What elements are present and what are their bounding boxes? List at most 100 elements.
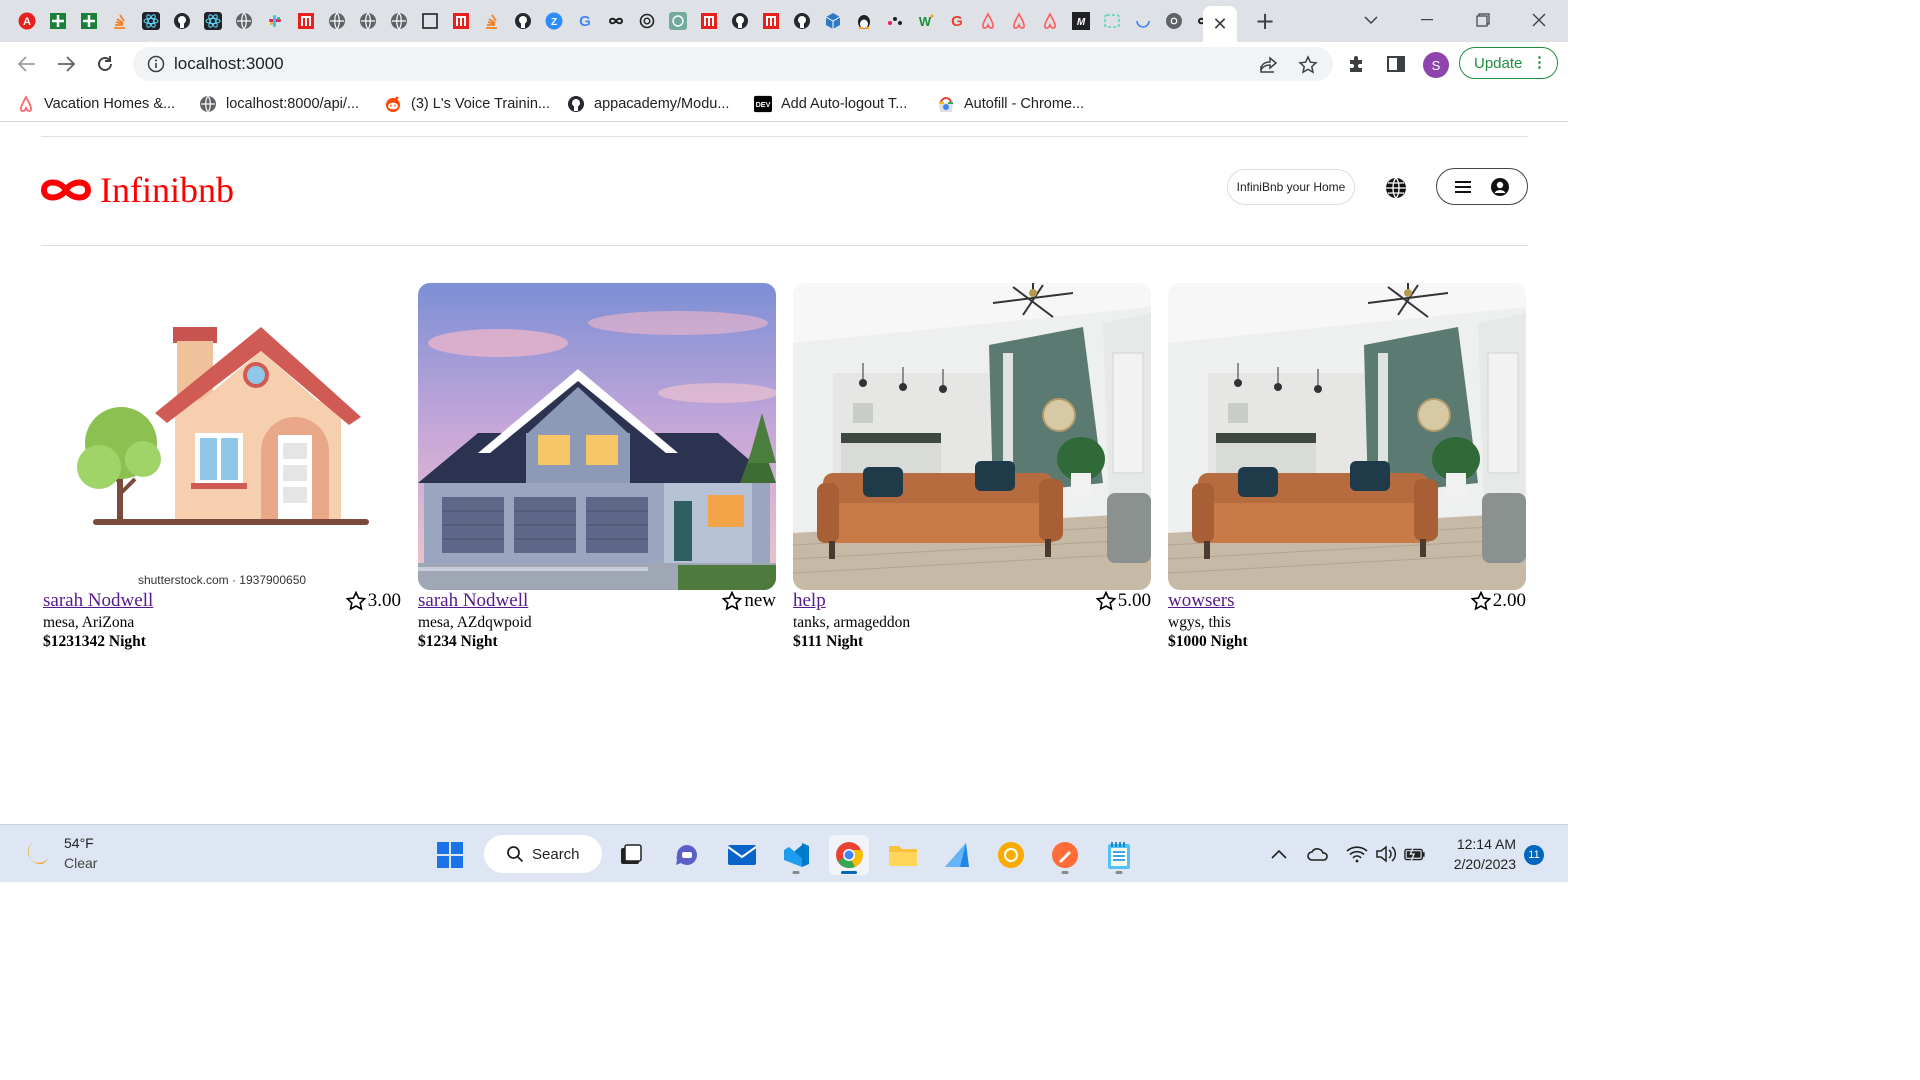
tab-react-icon[interactable] [199,8,227,34]
update-button[interactable]: Update ⋮ [1459,47,1558,79]
tab-sheets-icon[interactable] [75,8,103,34]
listing-title[interactable]: help [793,590,826,612]
more-menu-icon[interactable]: ⋮ [1532,55,1547,71]
notepad-app[interactable] [1099,835,1139,875]
tab-loading-icon[interactable] [1129,8,1157,34]
listing-title[interactable]: sarah Nodwell [418,590,528,612]
listing-card[interactable]: sarah Nodwell new mesa, AZdqwpoid $1234 … [418,283,776,651]
globe-icon[interactable] [1385,177,1407,199]
tab-globe-icon[interactable] [230,8,258,34]
reload-button[interactable] [92,52,118,76]
new-tab-button[interactable]: + [1252,7,1278,35]
tab-stackoverflow-icon[interactable] [106,8,134,34]
tab-github-icon[interactable] [168,8,196,34]
volume-icon[interactable] [1375,844,1397,864]
tab-dots-icon[interactable] [881,8,909,34]
tab-github-icon[interactable] [509,8,537,34]
tab-appacademy-icon[interactable] [292,8,320,34]
restore-button[interactable] [1470,8,1496,32]
tab-globe-icon[interactable] [385,8,413,34]
wifi-icon[interactable] [1346,844,1368,864]
listing-image[interactable] [418,283,776,590]
user-menu-button[interactable] [1436,168,1528,205]
system-clock[interactable]: 12:14 AM 2/20/2023 [1440,834,1516,874]
postman-app[interactable] [1045,835,1085,875]
tab-zoom-icon[interactable]: Z [540,8,568,34]
vscode-app[interactable] [776,835,816,875]
listing-card[interactable]: wowsers 2.00 wgys, this $1000 Night [1168,283,1526,651]
close-window-button[interactable] [1526,8,1552,32]
tab-stackoverflow-icon[interactable] [478,8,506,34]
share-icon[interactable] [1259,55,1279,75]
bookmark-item[interactable]: Vacation Homes &... [17,93,175,115]
tab-slack-icon[interactable] [261,8,289,34]
onedrive-icon[interactable] [1307,844,1329,864]
tab-globe-icon[interactable] [354,8,382,34]
forward-button[interactable] [53,52,79,76]
teams-chat-app[interactable] [667,835,707,875]
tab-github-icon[interactable] [726,8,754,34]
blue-fin-app[interactable] [937,835,977,875]
tab-openai-icon[interactable] [633,8,661,34]
tab-infinity-icon[interactable] [602,8,630,34]
tab-google-icon[interactable]: G [943,8,971,34]
side-panel-icon[interactable] [1385,53,1407,75]
site-info-icon[interactable] [147,55,165,73]
listing-image[interactable] [1168,283,1526,590]
listing-card[interactable]: shutterstock.com · 1937900650 sarah Nodw… [43,283,401,651]
weather-widget[interactable]: 54°F Clear [22,833,97,873]
tab-acrobat-icon[interactable]: A [13,8,41,34]
tab-chrome-icon[interactable] [1160,8,1188,34]
chrome-app[interactable] [829,835,869,875]
tab-chatgpt-icon[interactable] [664,8,692,34]
bookmark-item[interactable]: (3) L's Voice Trainin... [384,93,550,115]
tab-frame-icon[interactable] [1098,8,1126,34]
bookmark-item[interactable]: localhost:8000/api/... [199,93,359,115]
task-view-button[interactable] [611,835,651,875]
tab-appacademy-icon[interactable] [447,8,475,34]
close-tab-button[interactable]: ✕ [1203,6,1237,42]
listing-title[interactable]: sarah Nodwell [43,590,153,612]
back-button[interactable] [14,52,40,76]
address-bar[interactable]: localhost:3000 [133,47,1333,81]
notification-badge[interactable]: 11 [1524,845,1544,865]
tab-sheets-icon[interactable] [44,8,72,34]
tab-appacademy-icon[interactable] [695,8,723,34]
tab-airbnb-icon[interactable] [1005,8,1033,34]
site-logo[interactable]: Infinibnb [40,170,234,210]
tab-linux-icon[interactable] [850,8,878,34]
listing-image[interactable] [793,283,1151,590]
file-explorer-app[interactable] [883,835,923,875]
tab-w-icon[interactable]: W [912,8,940,34]
start-button[interactable] [430,835,470,875]
extensions-icon[interactable] [1346,53,1368,75]
tab-github-icon[interactable] [788,8,816,34]
tab-appacademy-icon[interactable] [757,8,785,34]
bookmark-star-icon[interactable] [1298,55,1318,75]
host-home-button[interactable]: InfiniBnb your Home [1227,169,1355,205]
tray-chevron-up-icon[interactable] [1268,844,1290,864]
tab-airbnb-icon[interactable] [974,8,1002,34]
battery-icon[interactable] [1404,844,1426,864]
taskbar-search[interactable]: Search [484,835,602,873]
tab-globe-icon[interactable] [323,8,351,34]
listing-card[interactable]: help 5.00 tanks, armageddon $111 Night [793,283,1151,651]
bookmark-item[interactable]: Autofill - Chrome... [937,93,1084,115]
bookmark-item[interactable]: DEV Add Auto-logout T... [754,93,907,115]
tab-medium-icon[interactable]: M [1067,8,1095,34]
tab-react-icon[interactable] [137,8,165,34]
mail-app[interactable] [722,835,762,875]
minimize-button[interactable] [1414,8,1440,32]
listing-title[interactable]: wowsers [1168,590,1235,612]
tab-search-chevron-icon[interactable] [1358,8,1384,32]
tab-google-icon[interactable]: G [571,8,599,34]
logo-text: Infinibnb [100,170,234,210]
tab-airbnb-icon[interactable] [1036,8,1064,34]
listing-image[interactable]: shutterstock.com · 1937900650 [43,283,401,590]
chrome-canary-app[interactable] [991,835,1031,875]
tab-cube-icon[interactable] [819,8,847,34]
url-text[interactable]: localhost:3000 [174,54,284,74]
bookmark-item[interactable]: appacademy/Modu... [567,93,729,115]
tab-blank-page-icon[interactable] [416,8,444,34]
profile-avatar[interactable]: S [1423,52,1449,78]
